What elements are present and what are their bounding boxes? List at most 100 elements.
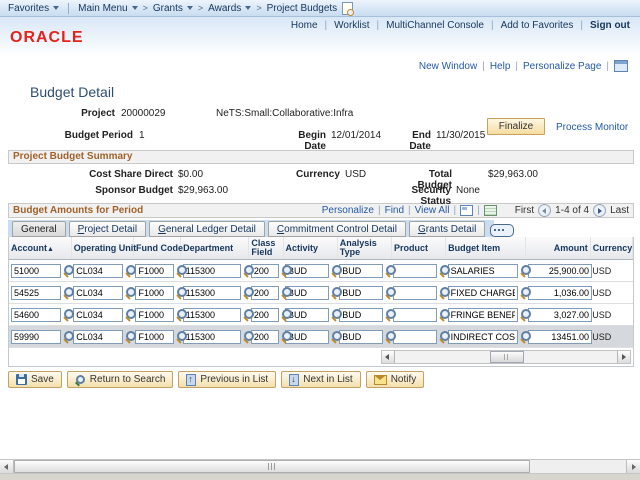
- lookup-icon[interactable]: [331, 330, 343, 343]
- tab-grants-detail[interactable]: Grants Detail: [408, 221, 486, 237]
- lookup-icon[interactable]: [439, 308, 451, 321]
- zoom-grid-icon[interactable]: [460, 205, 474, 216]
- class-field-input[interactable]: [250, 329, 279, 344]
- amount-input[interactable]: [527, 307, 592, 322]
- department-input[interactable]: [182, 307, 241, 322]
- lookup-icon[interactable]: [243, 308, 255, 321]
- sign-out-link[interactable]: Sign out: [590, 20, 630, 31]
- account-input[interactable]: [11, 263, 61, 278]
- lookup-icon[interactable]: [176, 286, 188, 299]
- budget-item-input[interactable]: [447, 329, 518, 344]
- scroll-thumb[interactable]: [490, 351, 524, 363]
- col-class-field[interactable]: Class Field: [248, 237, 284, 260]
- personalize-link[interactable]: Personalize: [322, 205, 374, 216]
- personalize-page-link[interactable]: Personalize Page: [523, 61, 601, 72]
- grid-horizontal-scrollbar[interactable]: [381, 350, 631, 364]
- amount-input[interactable]: [527, 285, 592, 300]
- notify-button[interactable]: Notify: [365, 371, 425, 388]
- breadcrumb-grants[interactable]: Grants: [153, 3, 193, 14]
- budget-item-input[interactable]: [447, 285, 518, 300]
- fund-code-input[interactable]: [135, 329, 175, 344]
- class-field-input[interactable]: [250, 307, 279, 322]
- lookup-icon[interactable]: [125, 330, 137, 343]
- product-input[interactable]: [393, 285, 438, 300]
- operating-unit-input[interactable]: [73, 307, 124, 322]
- department-input[interactable]: [182, 285, 241, 300]
- window-horizontal-scrollbar[interactable]: [0, 459, 640, 474]
- lookup-icon[interactable]: [385, 264, 397, 277]
- col-product[interactable]: Product: [391, 237, 447, 260]
- product-input[interactable]: [393, 329, 438, 344]
- lookup-icon[interactable]: [243, 286, 255, 299]
- breadcrumb-main-menu[interactable]: Main Menu: [78, 3, 138, 14]
- save-button[interactable]: Save: [8, 371, 62, 388]
- department-input[interactable]: [182, 329, 241, 344]
- department-input[interactable]: [182, 263, 241, 278]
- lookup-icon[interactable]: [281, 286, 293, 299]
- product-input[interactable]: [393, 307, 438, 322]
- account-input[interactable]: [11, 329, 61, 344]
- tab-project-detail[interactable]: Project Detail: [68, 221, 147, 237]
- account-input[interactable]: [11, 285, 61, 300]
- copy-url-icon[interactable]: [614, 60, 628, 72]
- lookup-icon[interactable]: [520, 264, 532, 277]
- col-operating-unit[interactable]: Operating Unit: [71, 237, 136, 260]
- tab-general-ledger-detail[interactable]: General Ledger Detail: [149, 221, 265, 237]
- breadcrumb-project-budgets[interactable]: Project Budgets: [267, 3, 338, 14]
- col-budget-item[interactable]: Budget Item: [445, 237, 527, 260]
- class-field-input[interactable]: [250, 285, 279, 300]
- lookup-icon[interactable]: [63, 286, 75, 299]
- lookup-icon[interactable]: [176, 264, 188, 277]
- budget-item-input[interactable]: [447, 263, 518, 278]
- lookup-icon[interactable]: [63, 264, 75, 277]
- col-amount[interactable]: Amount: [525, 237, 591, 260]
- lookup-icon[interactable]: [125, 264, 137, 277]
- col-currency[interactable]: Currency: [590, 237, 634, 260]
- lookup-icon[interactable]: [439, 330, 451, 343]
- lookup-icon[interactable]: [385, 286, 397, 299]
- show-all-columns-icon[interactable]: [490, 224, 515, 237]
- scroll-left-icon[interactable]: [382, 351, 395, 363]
- window-scroll-track[interactable]: [14, 460, 626, 473]
- lookup-icon[interactable]: [243, 330, 255, 343]
- fund-code-input[interactable]: [135, 263, 175, 278]
- window-scroll-left-icon[interactable]: [0, 460, 14, 473]
- col-analysis-type[interactable]: Analysis Type: [337, 237, 392, 260]
- window-scroll-thumb[interactable]: [14, 460, 531, 473]
- lookup-icon[interactable]: [176, 330, 188, 343]
- multichannel-console-link[interactable]: MultiChannel Console: [386, 20, 484, 31]
- lookup-icon[interactable]: [385, 330, 397, 343]
- lookup-icon[interactable]: [281, 308, 293, 321]
- lookup-icon[interactable]: [439, 264, 451, 277]
- breadcrumb-awards[interactable]: Awards: [208, 3, 252, 14]
- pager-next-icon[interactable]: [593, 204, 607, 217]
- lookup-icon[interactable]: [520, 308, 532, 321]
- home-link[interactable]: Home: [291, 20, 318, 31]
- previous-in-list-button[interactable]: Previous in List: [178, 371, 277, 388]
- scroll-track[interactable]: [395, 351, 617, 363]
- amount-input[interactable]: [527, 263, 592, 278]
- lookup-icon[interactable]: [331, 264, 343, 277]
- lookup-icon[interactable]: [281, 330, 293, 343]
- pager-previous-icon[interactable]: [538, 204, 552, 217]
- lookup-icon[interactable]: [331, 286, 343, 299]
- operating-unit-input[interactable]: [73, 263, 124, 278]
- new-window-link[interactable]: New Window: [419, 61, 477, 72]
- favorites-menu[interactable]: Favorites: [8, 3, 60, 14]
- fund-code-input[interactable]: [135, 307, 175, 322]
- col-account[interactable]: Account▲: [9, 237, 72, 260]
- lookup-icon[interactable]: [63, 330, 75, 343]
- window-scroll-right-icon[interactable]: [626, 460, 640, 473]
- analysis-type-input[interactable]: [339, 329, 384, 344]
- worklist-link[interactable]: Worklist: [334, 20, 369, 31]
- lookup-icon[interactable]: [125, 286, 137, 299]
- product-input[interactable]: [393, 263, 438, 278]
- operating-unit-input[interactable]: [73, 285, 124, 300]
- fund-code-input[interactable]: [135, 285, 175, 300]
- add-to-favorites-link[interactable]: Add to Favorites: [501, 20, 574, 31]
- lookup-icon[interactable]: [331, 308, 343, 321]
- class-field-input[interactable]: [250, 263, 279, 278]
- analysis-type-input[interactable]: [339, 285, 384, 300]
- lookup-icon[interactable]: [243, 264, 255, 277]
- lookup-icon[interactable]: [63, 308, 75, 321]
